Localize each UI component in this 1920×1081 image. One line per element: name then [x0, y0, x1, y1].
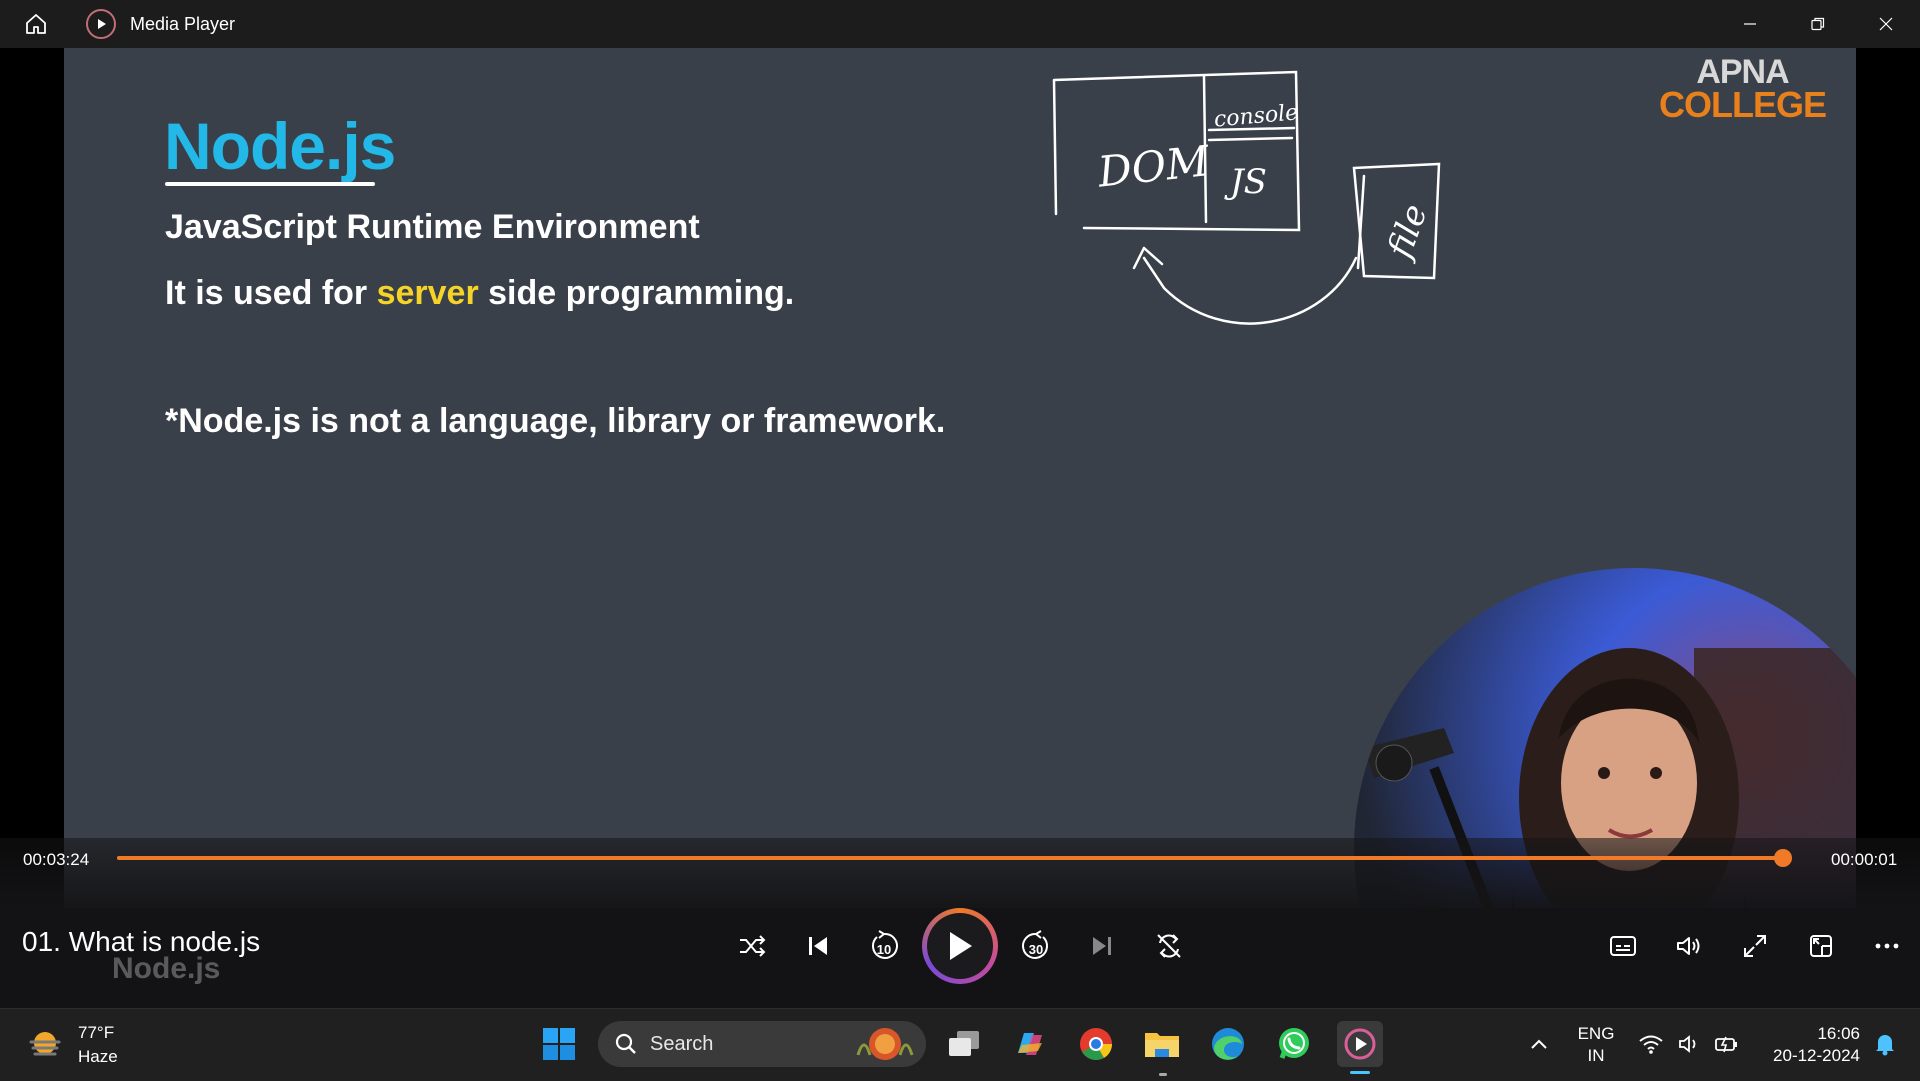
volume-button[interactable] — [1666, 926, 1712, 966]
search-icon — [615, 1033, 636, 1054]
slide-note: *Node.js is not a language, library or f… — [165, 402, 946, 440]
restore-button[interactable] — [1784, 0, 1852, 48]
subtitles-icon — [1610, 936, 1636, 956]
hand-sketch: DOM console JS file — [1052, 70, 1441, 325]
home-button[interactable] — [0, 0, 72, 48]
chrome-icon — [1080, 1028, 1112, 1061]
bell-icon — [1876, 1035, 1894, 1056]
title-bar: Media Player — [0, 0, 1920, 48]
sketch-file-label: file — [1379, 199, 1436, 266]
home-icon — [26, 14, 46, 34]
slide-line-server: It is used for server side programming. — [165, 274, 794, 313]
shuffle-icon — [740, 935, 766, 957]
task-view-icon — [949, 1031, 979, 1056]
slide-subtitle: JavaScript Runtime Environment — [165, 208, 700, 246]
next-button[interactable] — [1080, 926, 1124, 966]
elapsed-time: 00:03:24 — [23, 850, 90, 869]
clock[interactable]: 16:06 20-12-2024 — [1754, 1023, 1860, 1067]
shuffle-button[interactable] — [730, 926, 774, 966]
window-title: Media Player — [130, 13, 236, 34]
copilot-icon — [1018, 1033, 1042, 1055]
minimize-button[interactable] — [1716, 0, 1784, 48]
close-button[interactable] — [1852, 0, 1920, 48]
video-frame[interactable]: Node.js JavaScript Runtime Environment I… — [64, 48, 1856, 908]
repeat-icon — [1157, 934, 1181, 958]
skip-back-10-button[interactable]: 10 — [861, 924, 907, 968]
seek-bar[interactable] — [117, 849, 1792, 867]
search-highlight-icon — [856, 1028, 914, 1060]
system-tray-icons[interactable] — [1638, 1033, 1740, 1055]
file-explorer-icon — [1145, 1033, 1179, 1057]
slide-title: Node.js — [164, 109, 396, 183]
restore-icon — [1811, 17, 1825, 31]
skip-forward-30-icon: 30 — [1022, 930, 1048, 959]
next-icon — [1093, 937, 1111, 955]
show-hidden-icons-button[interactable] — [1516, 1021, 1562, 1067]
copilot-button[interactable] — [1007, 1021, 1053, 1067]
start-button[interactable] — [536, 1021, 582, 1067]
video-caption-ghost: Node.js — [112, 952, 221, 985]
edge-icon — [1212, 1028, 1244, 1060]
wifi-icon — [1639, 1035, 1663, 1054]
language-indicator[interactable]: ENG IN — [1568, 1023, 1624, 1067]
more-icon — [1875, 943, 1899, 949]
chevron-up-icon — [1531, 1039, 1547, 1049]
slide-line-post: side programming. — [478, 274, 795, 312]
clock-time: 16:06 — [1817, 1024, 1860, 1043]
seek-bar-thumb[interactable] — [1773, 849, 1792, 867]
windows-start-icon — [543, 1028, 575, 1060]
battery-charging-icon — [1715, 1036, 1737, 1053]
subtitles-button[interactable] — [1600, 926, 1646, 966]
taskbar: 77°F Haze Search ENG IN 16:06 20-12-2024 — [0, 1008, 1920, 1081]
close-icon — [1879, 17, 1893, 31]
search-label: Search — [650, 1032, 714, 1055]
whatsapp-button[interactable] — [1271, 1021, 1317, 1067]
more-options-button[interactable] — [1864, 926, 1910, 966]
previous-icon — [809, 937, 827, 955]
weather-widget[interactable]: 77°F Haze — [26, 1021, 118, 1069]
skip-back-10-icon: 10 — [872, 930, 898, 959]
minimize-icon — [1744, 23, 1756, 25]
slide-line-highlight: server — [376, 274, 479, 312]
play-button[interactable] — [922, 908, 998, 984]
volume-tray-icon — [1679, 1035, 1696, 1053]
play-icon — [950, 932, 972, 960]
clock-date: 20-12-2024 — [1773, 1046, 1860, 1065]
chrome-button[interactable] — [1073, 1021, 1119, 1067]
sketch-dom-label: DOM — [1095, 136, 1213, 197]
apna-college-logo: APNA COLLEGE — [1658, 53, 1827, 126]
whatsapp-icon — [1279, 1028, 1309, 1059]
notifications-button[interactable] — [1862, 1021, 1908, 1067]
repeat-button[interactable] — [1146, 924, 1192, 968]
seek-bar-fill — [117, 856, 1783, 860]
miniplayer-icon — [1810, 935, 1832, 957]
weather-condition: Haze — [78, 1047, 118, 1066]
task-view-button[interactable] — [941, 1021, 987, 1067]
slide-line-pre: It is used for — [165, 274, 377, 312]
media-player-icon — [86, 9, 116, 39]
remaining-time: 00:00:01 — [1831, 850, 1898, 869]
media-player-taskbar-button[interactable] — [1337, 1021, 1383, 1067]
previous-button[interactable] — [796, 926, 840, 966]
fullscreen-button[interactable] — [1732, 926, 1778, 966]
skip-forward-30-button[interactable]: 30 — [1013, 924, 1059, 968]
weather-temperature: 77°F — [78, 1023, 115, 1042]
fullscreen-icon — [1744, 935, 1766, 957]
active-app-indicator — [1350, 1071, 1370, 1074]
title-underline — [165, 182, 375, 186]
sketch-js-label: JS — [1224, 162, 1267, 202]
media-player-icon — [1344, 1028, 1376, 1060]
edge-button[interactable] — [1205, 1021, 1251, 1067]
miniplayer-button[interactable] — [1798, 926, 1844, 966]
svg-text:30: 30 — [1029, 942, 1043, 957]
file-explorer-button[interactable] — [1139, 1021, 1185, 1067]
running-app-indicator — [1159, 1073, 1167, 1076]
taskbar-search[interactable]: Search — [598, 1021, 926, 1067]
haze-weather-icon — [29, 1032, 61, 1056]
svg-text:10: 10 — [877, 942, 891, 957]
volume-icon — [1677, 937, 1700, 955]
